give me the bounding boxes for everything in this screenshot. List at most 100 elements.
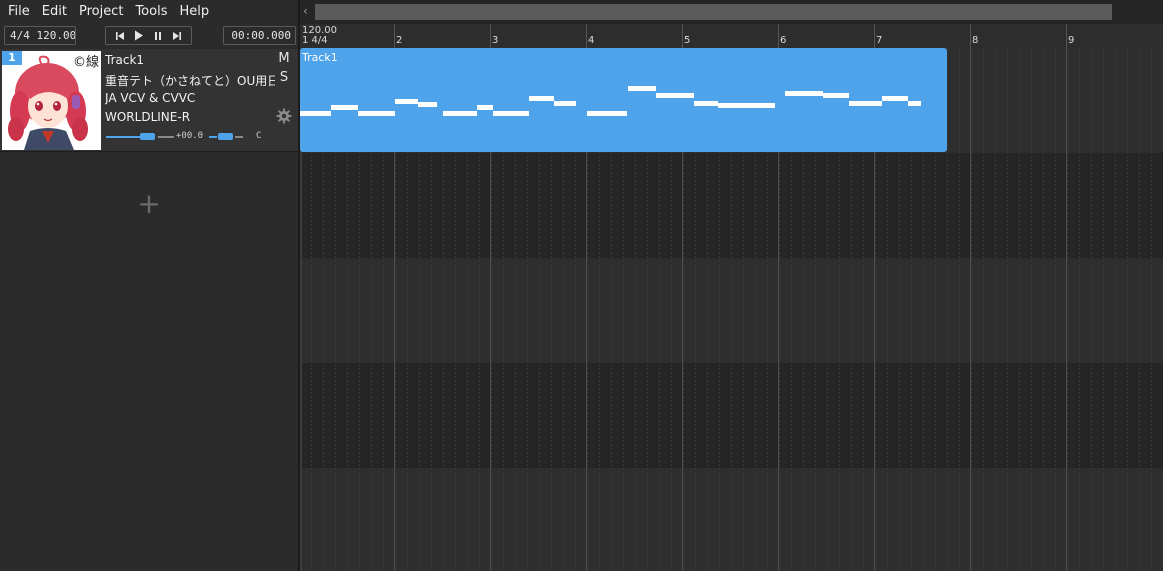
grid-line <box>1139 48 1140 571</box>
phonemizer-name[interactable]: JA VCV & CVVC <box>105 91 275 105</box>
grid-line <box>1079 48 1080 571</box>
gear-icon[interactable] <box>276 108 292 124</box>
grid-line <box>1055 48 1056 571</box>
note-preview <box>656 93 694 98</box>
singer-avatar[interactable]: ©線 <box>2 51 101 150</box>
toolbar: 4/4 120.00 00:00.000 <box>0 25 298 47</box>
voice-part[interactable]: Track1 <box>300 48 947 152</box>
bar-label: 7 <box>876 35 883 46</box>
note-preview <box>300 111 331 116</box>
note-preview <box>718 103 775 108</box>
chevron-left-icon[interactable]: ‹ <box>303 4 308 18</box>
menu-bar: File Edit Project Tools Help <box>0 0 298 24</box>
grid-line <box>959 48 960 571</box>
grid-line <box>995 48 996 571</box>
bar-line <box>970 48 971 571</box>
pan-value: C <box>256 131 262 141</box>
avatar-watermark: ©線 <box>72 55 99 70</box>
note-preview <box>882 96 908 101</box>
bar-line <box>1066 48 1067 571</box>
scrollbar-thumb[interactable] <box>315 4 1112 20</box>
grid-line <box>1031 48 1032 571</box>
singer-name[interactable]: 重音テト（かさねてと）OU用日本語統合ライブラリー <box>105 72 275 89</box>
note-preview <box>849 101 882 106</box>
grid-line <box>1115 48 1116 571</box>
grid-line <box>1007 48 1008 571</box>
note-preview <box>587 111 627 116</box>
volume-slider-rest <box>158 136 174 138</box>
note-preview <box>331 105 358 110</box>
menu-project[interactable]: Project <box>73 0 129 24</box>
skip-back-icon[interactable] <box>113 29 127 43</box>
bar-tick <box>394 24 395 48</box>
grid-line <box>1043 48 1044 571</box>
note-preview <box>358 111 395 116</box>
menu-tools[interactable]: Tools <box>129 0 173 24</box>
grid-line <box>1103 48 1104 571</box>
bar-tick <box>1066 24 1067 48</box>
bar-tick <box>682 24 683 48</box>
grid-line <box>983 48 984 571</box>
note-preview <box>477 105 493 110</box>
note-preview <box>823 93 849 98</box>
pan-slider-track[interactable] <box>209 136 217 138</box>
note-preview <box>785 91 823 96</box>
bar-tick <box>490 24 491 48</box>
note-preview <box>493 111 529 116</box>
time-signature-marker[interactable]: 1 4/4 <box>302 35 328 46</box>
track-panel: File Edit Project Tools Help 4/4 120.00 … <box>0 0 298 571</box>
time-display: 00:00.000 <box>223 26 296 45</box>
note-preview <box>529 96 554 101</box>
timeline-ruler[interactable]: 120.00 1 4/4 23456789 <box>300 24 1163 48</box>
menu-edit[interactable]: Edit <box>36 0 73 24</box>
track-header[interactable]: ©線 1 Track1 重音テト（かさねてと）OU用日本語統合ライブラリー JA… <box>0 49 298 152</box>
grid-line <box>1019 48 1020 571</box>
note-preview <box>908 101 921 106</box>
play-icon[interactable] <box>132 29 146 43</box>
pause-icon[interactable] <box>151 29 165 43</box>
bar-tick <box>586 24 587 48</box>
menu-help[interactable]: Help <box>173 0 215 24</box>
renderer-name[interactable]: WORLDLINE-R <box>105 110 275 124</box>
part-note-preview <box>300 86 921 116</box>
note-preview <box>443 111 477 116</box>
pan-slider-rest <box>235 136 243 138</box>
part-title: Track1 <box>302 51 338 64</box>
volume-slider-track[interactable] <box>106 136 140 138</box>
grid-line <box>971 48 972 571</box>
bar-label: 2 <box>396 35 403 46</box>
solo-button[interactable]: S <box>278 70 290 85</box>
note-preview <box>694 101 718 106</box>
pan-slider-knob[interactable] <box>218 133 233 140</box>
add-track-button[interactable]: + <box>136 190 162 218</box>
volume-slider-knob[interactable] <box>140 133 155 140</box>
bar-label: 4 <box>588 35 595 46</box>
bar-label: 6 <box>780 35 787 46</box>
note-preview <box>554 101 576 106</box>
bar-label: 5 <box>684 35 691 46</box>
mute-button[interactable]: M <box>278 51 290 66</box>
track-name[interactable]: Track1 <box>105 53 275 67</box>
transport-controls <box>105 26 192 45</box>
bar-label: 9 <box>1068 35 1075 46</box>
bar-tick <box>778 24 779 48</box>
bar-tick <box>874 24 875 48</box>
volume-pan-row: +00.0 C <box>104 131 274 143</box>
bar-tick <box>970 24 971 48</box>
volume-value: +00.0 <box>176 131 204 141</box>
horizontal-scrollbar[interactable]: ‹ <box>300 0 1163 24</box>
tempo-timesig-display[interactable]: 4/4 120.00 <box>4 26 76 45</box>
grid-line <box>1091 48 1092 571</box>
menu-file[interactable]: File <box>2 0 36 24</box>
bar-label: 3 <box>492 35 499 46</box>
grid-line <box>1151 48 1152 571</box>
grid-line <box>947 48 948 571</box>
track-number-badge: 1 <box>2 51 22 65</box>
grid-line <box>1067 48 1068 571</box>
grid-line <box>1127 48 1128 571</box>
bar-label: 8 <box>972 35 979 46</box>
note-preview <box>628 86 656 91</box>
skip-forward-icon[interactable] <box>170 29 184 43</box>
note-preview <box>418 102 437 107</box>
note-preview <box>395 99 418 104</box>
